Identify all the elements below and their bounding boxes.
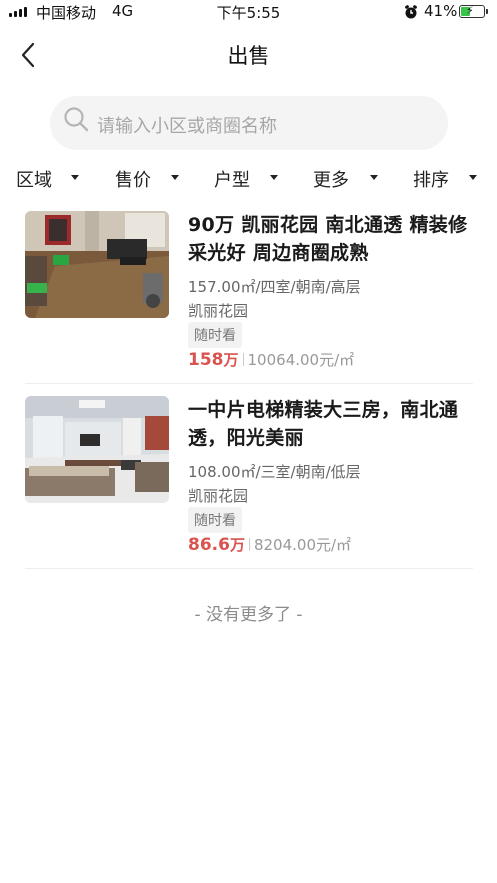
- listing-community: 凯丽花园: [188, 487, 249, 505]
- price-unit: 万: [223, 351, 239, 369]
- filter-label: 排序: [413, 170, 449, 191]
- status-badge: 随时看: [188, 507, 242, 533]
- search-input[interactable]: 请输入小区或商圈名称: [50, 96, 448, 150]
- divider: [25, 383, 473, 384]
- listing-spec: 157.00㎡/四室/朝南/高层: [188, 278, 361, 296]
- filter-label: 更多: [313, 170, 349, 191]
- filter-sort[interactable]: 排序: [413, 166, 449, 192]
- chevron-down-icon: [270, 175, 278, 180]
- filter-price[interactable]: 售价: [115, 166, 151, 192]
- chevron-down-icon: [370, 175, 378, 180]
- list-item[interactable]: 90万 凯丽花园 南北通透 精装修 采光好 周边商圈成熟 157.00㎡/四室/…: [25, 211, 473, 371]
- chevron-down-icon: [469, 175, 477, 180]
- alarm-icon: [405, 5, 417, 19]
- battery-percent: 41%: [424, 2, 458, 20]
- status-bar: 中国移动 4G 下午5:55 41% ⚡: [0, 0, 497, 24]
- filter-label: 区域: [16, 170, 52, 191]
- price-line: 86.6万 8204.00元/㎡: [188, 534, 351, 555]
- status-time: 下午5:55: [216, 4, 281, 22]
- filter-bar: 区域 售价 户型 更多 排序: [0, 160, 497, 194]
- search-placeholder: 请输入小区或商圈名称: [97, 116, 277, 137]
- nav-bar: 出售: [0, 30, 497, 78]
- price-line: 158万 10064.00元/㎡: [188, 349, 354, 370]
- chevron-down-icon: [171, 175, 179, 180]
- listing-community: 凯丽花园: [188, 302, 249, 320]
- listing-price: 158: [188, 350, 224, 370]
- unit-price: 8204.00元/㎡: [253, 536, 352, 554]
- listing-photo: [25, 396, 169, 503]
- divider: [25, 568, 473, 569]
- search-icon: [64, 107, 89, 132]
- price-unit: 万: [229, 536, 245, 554]
- listing-price: 86.6: [188, 535, 230, 555]
- filter-label: 售价: [115, 170, 151, 191]
- divider: [248, 538, 250, 551]
- listing-spec: 108.00㎡/三室/朝南/低层: [188, 463, 361, 481]
- list-item[interactable]: 一中片电梯精装大三房，南北通透，阳光美丽 108.00㎡/三室/朝南/低层 凯丽…: [25, 396, 473, 556]
- filter-district[interactable]: 区域: [16, 166, 52, 192]
- listing-title: 一中片电梯精装大三房，南北通透，阳光美丽: [188, 399, 459, 449]
- battery-icon: ⚡: [459, 5, 485, 18]
- page-title: 出售: [227, 44, 270, 68]
- filter-more[interactable]: 更多: [313, 166, 349, 192]
- battery-cap: [486, 9, 488, 14]
- listing-title: 90万 凯丽花园 南北通透 精装修 采光好 周边商圈成熟: [188, 214, 468, 264]
- status-badge: 随时看: [188, 322, 242, 348]
- listing-photo: [25, 211, 169, 318]
- filter-layout[interactable]: 户型: [214, 166, 250, 192]
- filter-label: 户型: [214, 170, 250, 191]
- chevron-down-icon: [71, 175, 79, 180]
- divider: [242, 353, 244, 366]
- end-of-list-text: - 没有更多了 -: [194, 605, 303, 625]
- unit-price: 10064.00元/㎡: [247, 351, 355, 369]
